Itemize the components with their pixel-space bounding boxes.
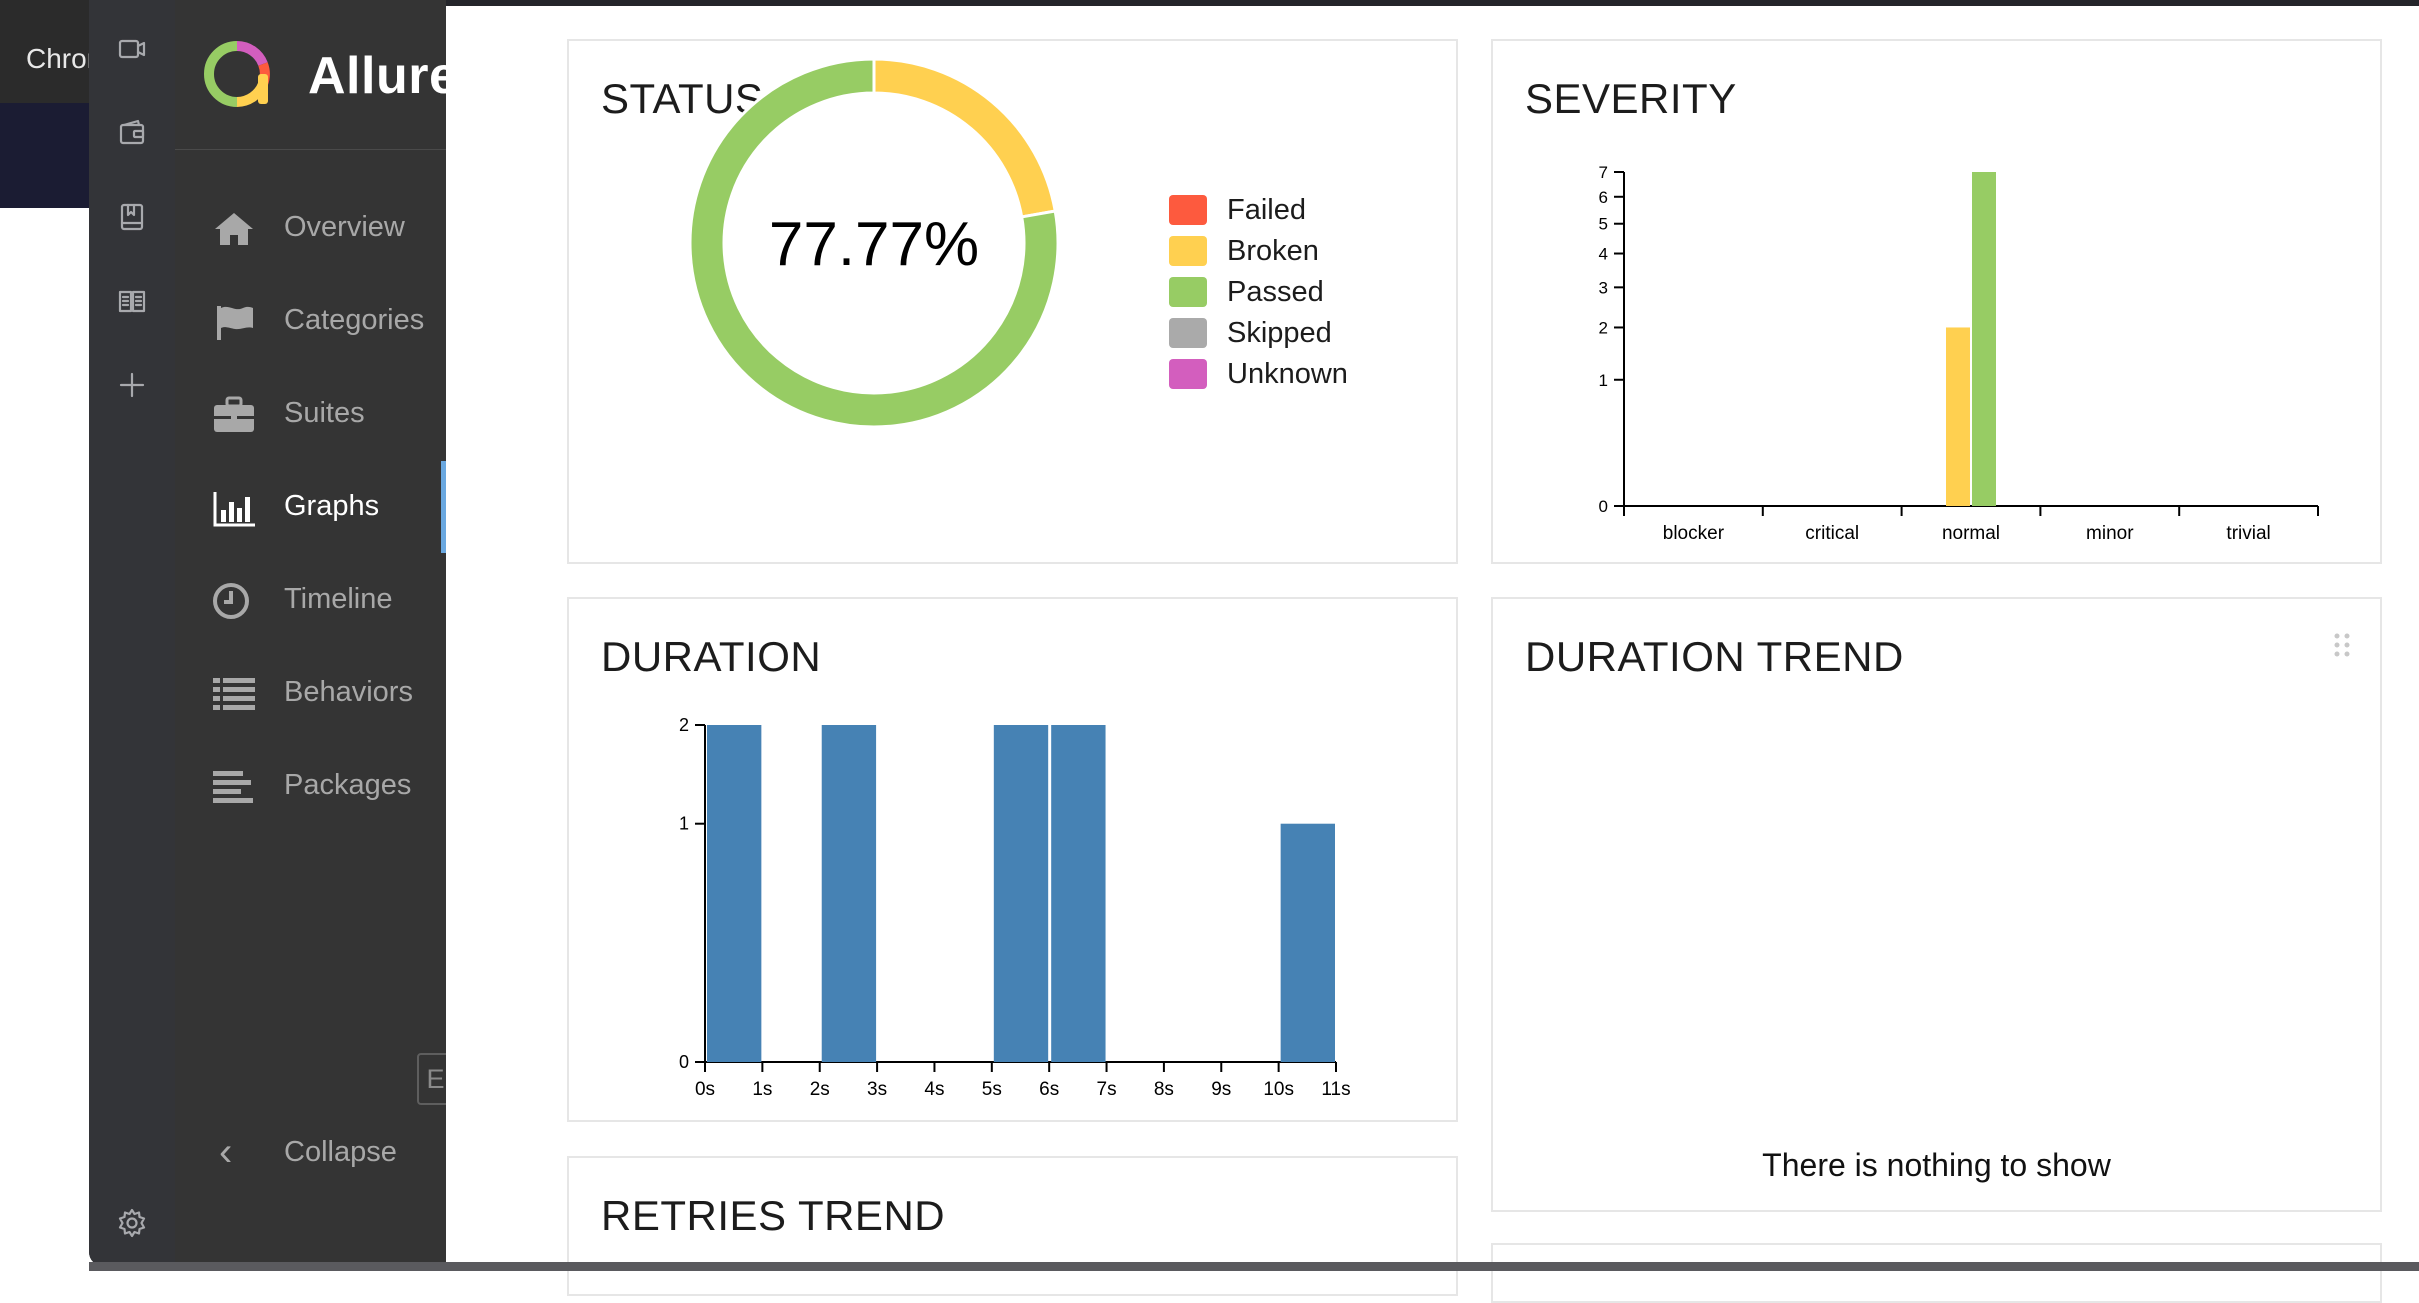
add-icon[interactable] (107, 360, 157, 410)
flag-icon (211, 302, 257, 342)
legend-swatch (1169, 236, 1207, 266)
widget-title: DURATION TREND (1525, 633, 1904, 680)
x-tick-label: critical (1805, 523, 1859, 544)
collapse-label: Collapse (284, 1136, 397, 1168)
x-tick-label: 0s (695, 1079, 715, 1100)
x-tick-label: minor (2086, 523, 2134, 544)
window-top-edge (446, 0, 2419, 6)
open-book-icon[interactable] (107, 276, 157, 326)
pie-slice-broken[interactable] (872, 57, 1057, 219)
home-icon (211, 209, 257, 249)
nav-label: Packages (284, 769, 412, 801)
legend-label: Skipped (1227, 317, 1332, 349)
legend-swatch (1169, 277, 1207, 307)
widget-title: RETRIES TREND (601, 1192, 946, 1239)
background-app-tab: Chrome (0, 0, 100, 103)
y-tick-label: 0 (679, 1052, 689, 1072)
window-bottom-edge (89, 1262, 2419, 1271)
duration-bar-6s[interactable] (1051, 725, 1106, 1062)
bookmark-book-icon[interactable] (107, 192, 157, 242)
severity-bar-chart: 0 1 2 3 4 5 6 7 blocker critical normal minor trivia… (1599, 163, 2319, 544)
x-tick-label: 4s (924, 1079, 944, 1100)
nav-label: Timeline (284, 583, 393, 615)
severity-bar-broken-normal[interactable] (1946, 327, 1970, 506)
duration-bar-2s[interactable] (821, 725, 877, 1062)
legend-swatch (1169, 318, 1207, 348)
video-icon[interactable] (107, 24, 157, 74)
briefcase-icon (211, 395, 257, 435)
nav-label: Suites (284, 397, 365, 429)
x-tick-label: blocker (1663, 523, 1725, 544)
next-widget (1491, 1243, 2382, 1303)
x-tick-label: trivial (2226, 523, 2270, 544)
x-tick-label: 5s (982, 1079, 1002, 1100)
status-percent-label: 77.77% (769, 210, 979, 279)
duration-trend-widget: DURATION TREND There is nothing to show (1491, 597, 2382, 1212)
y-tick-label: 3 (1599, 278, 1608, 297)
x-tick-label: normal (1942, 523, 2000, 544)
chevron-left-icon: ‹ (219, 1130, 233, 1174)
legend-label: Passed (1227, 276, 1324, 308)
clock-icon (211, 581, 257, 621)
nav-label: Behaviors (284, 676, 413, 708)
drag-handle-icon[interactable] (2332, 631, 2352, 659)
y-tick-label: 7 (1599, 163, 1608, 182)
legend-label: Unknown (1227, 358, 1348, 390)
app-icon-bar (89, 0, 176, 1266)
x-tick-label: 7s (1097, 1079, 1117, 1100)
x-tick-label: 6s (1039, 1079, 1059, 1100)
legend-label: Broken (1227, 235, 1319, 267)
nav-label: Graphs (284, 490, 380, 522)
duration-bar-10s[interactable] (1280, 823, 1335, 1062)
x-tick-label: 11s (1321, 1079, 1350, 1100)
duration-histogram: 0 1 2 0s 1s 2s 3s 4s 5s 6s 7s 8s 9s 10s 11s (679, 715, 1351, 1100)
severity-widget: SEVERITY 0 1 2 3 4 5 6 7 blocker critical normal mi… (1491, 39, 2382, 564)
nav-label: Overview (284, 211, 405, 243)
wallet-icon[interactable] (107, 108, 157, 158)
legend-swatch (1169, 195, 1207, 225)
brand-name: Allure (308, 47, 459, 105)
x-tick-label: 9s (1211, 1079, 1231, 1100)
retries-trend-widget: RETRIES TREND (567, 1156, 1458, 1296)
x-tick-label: 1s (752, 1079, 772, 1100)
y-tick-label: 6 (1599, 188, 1608, 207)
graphs-page: STATUS 77.77% Failed Broken Passed Skipped U… (446, 0, 2419, 1303)
y-tick-label: 0 (1599, 497, 1608, 516)
y-tick-label: 2 (679, 715, 689, 735)
x-tick-label: 3s (867, 1079, 887, 1100)
bar-chart-icon (211, 488, 257, 528)
y-tick-label: 1 (679, 814, 689, 834)
y-tick-label: 4 (1599, 245, 1608, 264)
duration-bar-5s[interactable] (993, 725, 1049, 1062)
x-tick-label: 10s (1263, 1079, 1294, 1100)
status-donut-chart: 77.77% (688, 57, 1060, 429)
allure-logo-icon (204, 41, 270, 107)
x-tick-label: 8s (1154, 1079, 1174, 1100)
nav-label: Categories (284, 304, 425, 336)
y-tick-label: 5 (1599, 215, 1608, 234)
y-tick-label: 1 (1599, 371, 1608, 390)
background-app-strip (0, 103, 100, 208)
duration-widget: DURATION 0 1 2 0s 1s 2s 3s 4s 5s 6s 7s 8s 9s 10s 11s (567, 597, 1458, 1122)
x-tick-label: 2s (810, 1079, 830, 1100)
legend-swatch (1169, 359, 1207, 389)
list-icon (211, 674, 257, 714)
duration-bar-0s[interactable] (707, 725, 762, 1062)
y-tick-label: 2 (1599, 318, 1608, 337)
status-widget: STATUS 77.77% Failed Broken Passed Skipped U… (567, 39, 1458, 564)
severity-bar-passed-normal[interactable] (1972, 172, 1996, 506)
align-left-icon (211, 767, 257, 807)
empty-state-message: There is nothing to show (1762, 1147, 2111, 1183)
legend-label: Failed (1227, 194, 1306, 226)
settings-gear-icon[interactable] (107, 1198, 157, 1248)
